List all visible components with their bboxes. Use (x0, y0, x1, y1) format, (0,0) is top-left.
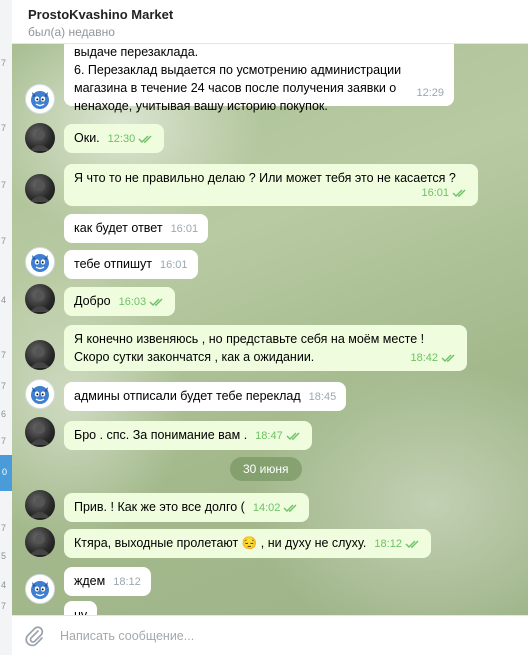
avatar-dark-user[interactable] (25, 527, 55, 557)
message-outgoing[interactable]: Я конечно извеняюсь , но представьте себ… (64, 325, 467, 371)
message-incoming[interactable]: админы отписали будет тебе переклад 18:45 (64, 382, 347, 411)
avatar-blue-mascot[interactable] (25, 574, 55, 604)
double-check-icon (138, 135, 152, 143)
message-incoming[interactable]: тебе отпишут 16:01 (64, 250, 198, 279)
message-text: админы отписали будет тебе переклад (74, 389, 301, 403)
unread-count: 7 (1, 350, 7, 360)
message-time: 16:01 (421, 184, 468, 202)
paperclip-icon[interactable] (24, 625, 44, 647)
message-list[interactable]: выдаче перезаклада. 6. Перезаклад выдает… (12, 44, 528, 615)
message-time: 18:12 (113, 576, 141, 588)
message-time: 16:01 (160, 259, 188, 271)
message-time: 12:30 (108, 130, 155, 148)
user-photo-icon (30, 347, 50, 368)
user-photo-icon (30, 181, 50, 202)
message-text: Я конечно извеняюсь , но представьте себ… (74, 332, 425, 364)
unread-count: 7 (1, 523, 7, 533)
message-time: 12:29 (416, 87, 444, 99)
avatar-dark-user[interactable] (25, 340, 55, 370)
unread-count: 4 (1, 580, 7, 590)
message-time: 14:02 (253, 499, 300, 517)
message-outgoing[interactable]: Оки. 12:30 (64, 124, 165, 153)
user-photo-icon (30, 130, 50, 151)
message-time: 18:47 (255, 427, 302, 445)
chat-header[interactable]: ProstoKvashino Market был(а) недавно (12, 0, 528, 44)
unread-count: 7 (1, 123, 7, 133)
message-text: Бро . спс. За понимание вам . (74, 428, 248, 442)
double-check-icon (452, 189, 466, 197)
user-photo-icon (30, 291, 50, 312)
message-time: 16:01 (170, 223, 199, 235)
chat-title[interactable]: ProstoKvashino Market (28, 7, 173, 22)
message-time: 18:45 (308, 391, 337, 403)
avatar-blue-mascot[interactable] (25, 247, 55, 277)
unread-count: 6 (1, 409, 7, 419)
unread-count: 7 (1, 436, 7, 446)
avatar-dark-user[interactable] (25, 417, 55, 447)
message-text: Ктяра, выходные пролетают 😔 , ни духу не… (74, 536, 367, 550)
user-photo-icon (30, 497, 50, 518)
message-incoming[interactable]: ждем 18:12 (64, 567, 151, 596)
unread-count: 5 (1, 551, 7, 561)
message-text: выдаче перезаклада. 6. Перезаклад выдает… (74, 45, 402, 113)
message-input[interactable] (60, 625, 500, 647)
double-check-icon (441, 354, 455, 362)
unread-count: 7 (1, 381, 7, 391)
message-text: Оки. (74, 131, 100, 145)
message-outgoing[interactable]: Добро 16:03 (64, 287, 176, 316)
user-photo-icon (30, 424, 50, 445)
double-check-icon (286, 432, 300, 440)
message-text: Добро (74, 294, 111, 308)
message-outgoing[interactable]: Прив. ! Как же это все долго ( 14:02 (64, 493, 310, 522)
user-photo-icon (30, 534, 50, 555)
message-text: ждем (74, 574, 106, 588)
message-text: как будет ответ (74, 221, 163, 235)
message-composer[interactable] (12, 615, 528, 655)
unread-count: 4 (1, 295, 7, 305)
message-outgoing[interactable]: как будет ответ 16:01 (64, 214, 209, 243)
blue-mascot-icon (31, 581, 49, 599)
active-chat-count: 0 (2, 467, 8, 477)
message-outgoing[interactable]: Я что то не правильно делаю ? Или может … (64, 164, 478, 206)
avatar-blue-mascot[interactable] (25, 379, 55, 409)
avatar-dark-user[interactable] (25, 284, 55, 314)
unread-count: 7 (1, 58, 7, 68)
message-text: Прив. ! Как же это все долго ( (74, 500, 245, 514)
unread-count: 7 (1, 601, 7, 611)
message-incoming[interactable]: выдаче перезаклада. 6. Перезаклад выдает… (64, 44, 454, 113)
avatar-blue-mascot[interactable] (25, 84, 55, 114)
avatar-dark-user[interactable] (25, 490, 55, 520)
blue-mascot-icon (31, 91, 49, 109)
blue-mascot-icon (31, 254, 49, 272)
message-text: ну (74, 608, 88, 615)
last-seen-status: был(а) недавно (28, 25, 115, 39)
date-separator: 30 июня (230, 457, 302, 481)
unread-count: 7 (1, 180, 7, 190)
chat-list-strip[interactable]: 7 7 7 7 4 7 7 6 7 0 7 5 4 7 (0, 0, 12, 655)
double-check-icon (283, 504, 297, 512)
unread-count: 7 (1, 236, 7, 246)
message-incoming[interactable]: ну (64, 601, 98, 615)
message-time: 18:12 (374, 535, 421, 553)
message-text: тебе отпишут (74, 257, 152, 271)
message-time: 18:42 (410, 349, 457, 367)
message-outgoing[interactable]: Бро . спс. За понимание вам . 18:47 (64, 421, 312, 450)
avatar-dark-user[interactable] (25, 123, 55, 153)
message-text: Я что то не правильно делаю ? Или может … (74, 171, 456, 185)
active-chat-marker[interactable]: 0 (0, 455, 12, 491)
avatar-dark-user[interactable] (25, 174, 55, 204)
message-outgoing[interactable]: Ктяра, выходные пролетают 😔 , ни духу не… (64, 529, 431, 558)
double-check-icon (149, 298, 163, 306)
blue-mascot-icon (31, 386, 49, 404)
double-check-icon (405, 540, 419, 548)
message-time: 16:03 (119, 293, 166, 311)
